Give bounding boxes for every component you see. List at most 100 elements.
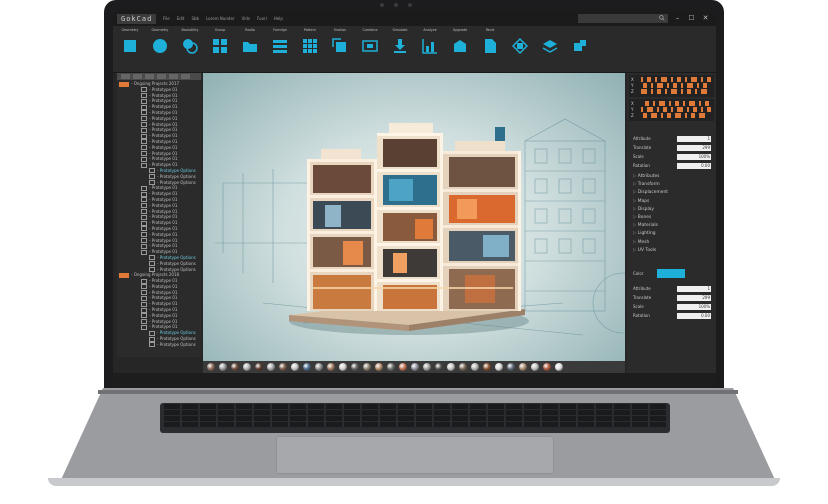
prop-value-input[interactable]: 1 (677, 285, 711, 292)
checkbox-icon[interactable] (141, 122, 147, 128)
section-materials[interactable]: Materials (633, 222, 658, 229)
menu-sbb[interactable]: Sbb (191, 14, 199, 24)
checkbox-icon[interactable] (141, 162, 147, 168)
checkbox-icon[interactable] (141, 232, 147, 238)
close-icon[interactable]: ✕ (701, 14, 710, 23)
checkbox-icon[interactable] (149, 336, 155, 342)
3d-viewport[interactable] (203, 73, 625, 361)
tool-button-upgrade[interactable]: Upgrade (447, 28, 473, 68)
section-attributes[interactable]: Attributes (633, 173, 660, 180)
prop-value-input[interactable]: 1 (677, 135, 711, 142)
material-swatch[interactable] (363, 363, 371, 371)
menu-lorem[interactable]: Lorem Nunder (206, 14, 235, 24)
prop-value-input[interactable]: 100% (677, 153, 711, 160)
section-maps[interactable]: Maps (633, 198, 650, 205)
material-swatch[interactable] (423, 363, 431, 371)
tool-button-transform[interactable] (507, 28, 533, 68)
checkbox-icon[interactable] (141, 324, 147, 330)
checkbox-icon[interactable] (141, 116, 147, 122)
prop-value-input[interactable]: 0.00 (677, 312, 711, 319)
tool-button-grid[interactable]: Group (207, 28, 233, 68)
checkbox-icon[interactable] (141, 185, 147, 191)
checkbox-icon[interactable] (141, 249, 147, 255)
checkbox-icon[interactable] (149, 255, 155, 261)
checkbox-icon[interactable] (149, 174, 155, 180)
tool-button-document[interactable]: Revit (477, 28, 503, 68)
checkbox-icon[interactable] (141, 133, 147, 139)
material-swatch[interactable] (339, 363, 347, 371)
material-swatch[interactable] (399, 363, 407, 371)
checkbox-icon[interactable] (149, 261, 155, 267)
checkbox-icon[interactable] (149, 330, 155, 336)
section-lighting[interactable]: Lighting (633, 230, 656, 237)
material-swatch[interactable] (507, 363, 515, 371)
checkbox-icon[interactable] (149, 180, 155, 186)
material-swatch[interactable] (447, 363, 455, 371)
material-swatch[interactable] (459, 363, 467, 371)
search-input[interactable] (578, 14, 668, 23)
tool-button-combine[interactable]: Combine (357, 28, 383, 68)
material-swatch[interactable] (435, 363, 443, 371)
material-swatch[interactable] (327, 363, 335, 371)
material-swatch[interactable] (519, 363, 527, 371)
tool-button-pattern[interactable]: Pattern (297, 28, 323, 68)
material-swatch[interactable] (219, 363, 227, 371)
material-swatch[interactable] (279, 363, 287, 371)
tool-button-chart[interactable]: Analyze (417, 28, 443, 68)
menu-help[interactable]: Help (274, 14, 283, 24)
material-swatch[interactable] (375, 363, 383, 371)
checkbox-icon[interactable] (149, 342, 155, 348)
checkbox-icon[interactable] (141, 110, 147, 116)
checkbox-icon[interactable] (141, 214, 147, 220)
menu-fuori[interactable]: Fuori (257, 14, 267, 24)
checkbox-icon[interactable] (141, 209, 147, 215)
checkbox-icon[interactable] (141, 87, 147, 93)
material-swatch[interactable] (291, 363, 299, 371)
tool-button-layers[interactable]: Formign (267, 28, 293, 68)
search-icon[interactable] (659, 15, 665, 21)
checkbox-icon[interactable] (119, 81, 129, 87)
checkbox-icon[interactable] (141, 301, 147, 307)
color-picker[interactable] (657, 269, 685, 278)
material-swatch[interactable] (387, 363, 395, 371)
checkbox-icon[interactable] (141, 191, 147, 197)
checkbox-icon[interactable] (141, 319, 147, 325)
checkbox-icon[interactable] (149, 267, 155, 272)
checkbox-icon[interactable] (141, 284, 147, 290)
checkbox-icon[interactable] (141, 145, 147, 151)
material-swatch[interactable] (483, 363, 491, 371)
checkbox-icon[interactable] (141, 139, 147, 145)
checkbox-icon[interactable] (149, 168, 155, 174)
material-swatch[interactable] (531, 363, 539, 371)
minimize-icon[interactable]: – (673, 14, 682, 23)
material-swatch[interactable] (231, 363, 239, 371)
tool-button-puzzle[interactable] (567, 28, 593, 68)
checkbox-icon[interactable] (141, 197, 147, 203)
section-bones[interactable]: Bones (633, 214, 651, 221)
tool-button-square[interactable]: Geometry (117, 28, 143, 68)
checkbox-icon[interactable] (141, 243, 147, 249)
section-display[interactable]: Display (633, 206, 654, 213)
checkbox-icon[interactable] (141, 278, 147, 284)
material-swatch[interactable] (555, 363, 563, 371)
menu-vids[interactable]: Vids (242, 14, 250, 24)
material-swatch[interactable] (495, 363, 503, 371)
material-swatch[interactable] (243, 363, 251, 371)
checkbox-icon[interactable] (141, 313, 147, 319)
prop-value-input[interactable]: 0.00 (677, 162, 711, 169)
checkbox-icon[interactable] (141, 307, 147, 313)
checkbox-icon[interactable] (141, 295, 147, 301)
checkbox-icon[interactable] (141, 226, 147, 232)
checkbox-icon[interactable] (119, 272, 129, 278)
material-swatch[interactable] (255, 363, 263, 371)
material-swatch[interactable] (471, 363, 479, 371)
prop-value-input[interactable]: 100% (677, 303, 711, 310)
material-swatch[interactable] (303, 363, 311, 371)
checkbox-icon[interactable] (141, 238, 147, 244)
section-displacement[interactable]: Displacement (633, 189, 668, 196)
tool-button-boolean[interactable]: Boolutility (177, 28, 203, 68)
material-swatch[interactable] (207, 363, 215, 371)
checkbox-icon[interactable] (141, 104, 147, 110)
menu-file[interactable]: File (163, 14, 170, 24)
prop-value-input[interactable]: 299 (677, 294, 711, 301)
